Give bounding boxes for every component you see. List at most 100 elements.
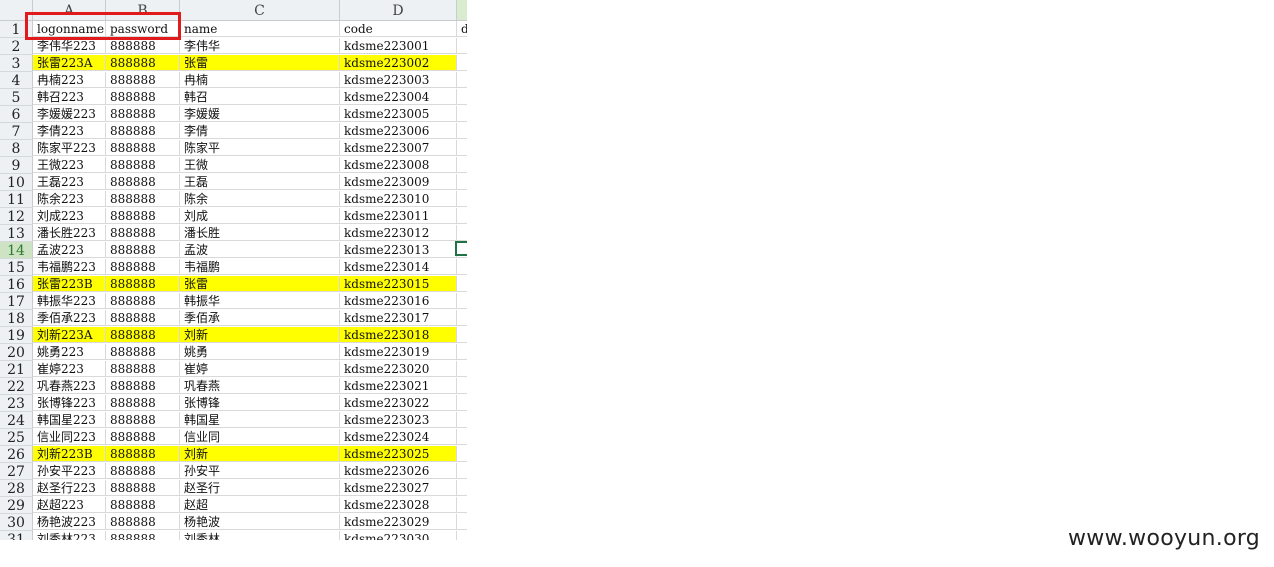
- cell-name[interactable]: 张雷: [180, 276, 340, 292]
- cell-logonname[interactable]: 李媛媛223: [33, 106, 106, 122]
- row-number[interactable]: 3: [0, 55, 33, 72]
- row-number[interactable]: 4: [0, 72, 33, 89]
- cell-logonname[interactable]: 张雷223B: [33, 276, 106, 292]
- cell-e[interactable]: [457, 89, 467, 105]
- cell-name[interactable]: 杨艳波: [180, 514, 340, 530]
- cell-name[interactable]: 王磊: [180, 174, 340, 190]
- cell-e[interactable]: [457, 497, 467, 513]
- cell-name[interactable]: 信业同: [180, 429, 340, 445]
- cell-password[interactable]: 888888: [106, 395, 180, 411]
- cell-e[interactable]: [457, 140, 467, 156]
- cell-name[interactable]: 冉楠: [180, 72, 340, 88]
- cell-password[interactable]: 888888: [106, 361, 180, 377]
- cell-code[interactable]: kdsme223015: [340, 276, 457, 292]
- row-number[interactable]: 20: [0, 344, 33, 361]
- row-number[interactable]: 7: [0, 123, 33, 140]
- cell-name[interactable]: 孙安平: [180, 463, 340, 479]
- cell-code[interactable]: kdsme223001: [340, 38, 457, 54]
- cell-name[interactable]: 赵超: [180, 497, 340, 513]
- cell-code[interactable]: kdsme223022: [340, 395, 457, 411]
- cell-name[interactable]: 张博锋: [180, 395, 340, 411]
- cell-name[interactable]: 刘新: [180, 446, 340, 462]
- cell-logonname[interactable]: 姚勇223: [33, 344, 106, 360]
- cell-password[interactable]: 888888: [106, 225, 180, 241]
- cell-code[interactable]: kdsme223011: [340, 208, 457, 224]
- cell-logonname[interactable]: 赵圣行223: [33, 480, 106, 496]
- cell-logonname[interactable]: 陈家平223: [33, 140, 106, 156]
- cell-password[interactable]: 888888: [106, 140, 180, 156]
- column-header-b[interactable]: B: [106, 0, 180, 21]
- cell-logonname[interactable]: 韩国星223: [33, 412, 106, 428]
- cell-code[interactable]: kdsme223027: [340, 480, 457, 496]
- cell-logonname[interactable]: 王微223: [33, 157, 106, 173]
- cell-name-header[interactable]: name: [180, 21, 340, 37]
- cell-password[interactable]: 888888: [106, 531, 180, 540]
- cell-e[interactable]: [457, 276, 467, 292]
- cell-password[interactable]: 888888: [106, 276, 180, 292]
- row-number[interactable]: 5: [0, 89, 33, 106]
- cell-e[interactable]: [457, 395, 467, 411]
- cell-e[interactable]: [457, 72, 467, 88]
- cell-e[interactable]: [457, 514, 467, 530]
- row-number[interactable]: 27: [0, 463, 33, 480]
- column-header-c[interactable]: C: [180, 0, 340, 21]
- cell-password[interactable]: 888888: [106, 446, 180, 462]
- cell-logonname[interactable]: 赵超223: [33, 497, 106, 513]
- cell-password[interactable]: 888888: [106, 480, 180, 496]
- row-number[interactable]: 23: [0, 395, 33, 412]
- cell-logonname[interactable]: 韦福鹏223: [33, 259, 106, 275]
- row-number[interactable]: 18: [0, 310, 33, 327]
- cell-logonname[interactable]: 巩春燕223: [33, 378, 106, 394]
- cell-password[interactable]: 888888: [106, 123, 180, 139]
- cell-password-header[interactable]: password: [106, 21, 180, 37]
- cell-code[interactable]: kdsme223002: [340, 55, 457, 71]
- cell-name[interactable]: 李伟华: [180, 38, 340, 54]
- cell-code-header[interactable]: code: [340, 21, 457, 37]
- row-number[interactable]: 14: [0, 242, 33, 259]
- row-number[interactable]: 2: [0, 38, 33, 55]
- cell-logonname[interactable]: 冉楠223: [33, 72, 106, 88]
- cell-password[interactable]: 888888: [106, 259, 180, 275]
- cell-password[interactable]: 888888: [106, 157, 180, 173]
- row-number[interactable]: 28: [0, 480, 33, 497]
- cell-code[interactable]: kdsme223016: [340, 293, 457, 309]
- cell-e[interactable]: [457, 174, 467, 190]
- cell-password[interactable]: 888888: [106, 55, 180, 71]
- cell-code[interactable]: kdsme223012: [340, 225, 457, 241]
- cell-logonname[interactable]: 李倩223: [33, 123, 106, 139]
- row-number[interactable]: 25: [0, 429, 33, 446]
- row-number[interactable]: 9: [0, 157, 33, 174]
- cell-e-header[interactable]: d: [457, 21, 467, 37]
- cell-password[interactable]: 888888: [106, 293, 180, 309]
- cell-logonname[interactable]: 孙安平223: [33, 463, 106, 479]
- row-number[interactable]: 22: [0, 378, 33, 395]
- cell-e[interactable]: [457, 208, 467, 224]
- cell-code[interactable]: kdsme223017: [340, 310, 457, 326]
- cell-e[interactable]: [457, 157, 467, 173]
- cell-code[interactable]: kdsme223005: [340, 106, 457, 122]
- cell-e[interactable]: [457, 327, 467, 343]
- row-number[interactable]: 16: [0, 276, 33, 293]
- cell-e[interactable]: [457, 378, 467, 394]
- cell-e[interactable]: [457, 531, 467, 540]
- cell-name[interactable]: 潘长胜: [180, 225, 340, 241]
- row-number[interactable]: 13: [0, 225, 33, 242]
- cell-name[interactable]: 季佰承: [180, 310, 340, 326]
- cell-name[interactable]: 王微: [180, 157, 340, 173]
- cell-name[interactable]: 陈余: [180, 191, 340, 207]
- cell-code[interactable]: kdsme223007: [340, 140, 457, 156]
- cell-logonname[interactable]: 刘新223A: [33, 327, 106, 343]
- row-number[interactable]: 6: [0, 106, 33, 123]
- cell-password[interactable]: 888888: [106, 327, 180, 343]
- cell-code[interactable]: kdsme223020: [340, 361, 457, 377]
- cell-code[interactable]: kdsme223026: [340, 463, 457, 479]
- cell-logonname[interactable]: 刘成223: [33, 208, 106, 224]
- cell-logonname[interactable]: 刘新223B: [33, 446, 106, 462]
- cell-code[interactable]: kdsme223018: [340, 327, 457, 343]
- cell-code[interactable]: kdsme223003: [340, 72, 457, 88]
- cell-e[interactable]: [457, 429, 467, 445]
- column-header-e[interactable]: [457, 0, 467, 21]
- cell-logonname[interactable]: 信业同223: [33, 429, 106, 445]
- cell-code[interactable]: kdsme223013: [340, 242, 457, 258]
- cell-e[interactable]: [457, 310, 467, 326]
